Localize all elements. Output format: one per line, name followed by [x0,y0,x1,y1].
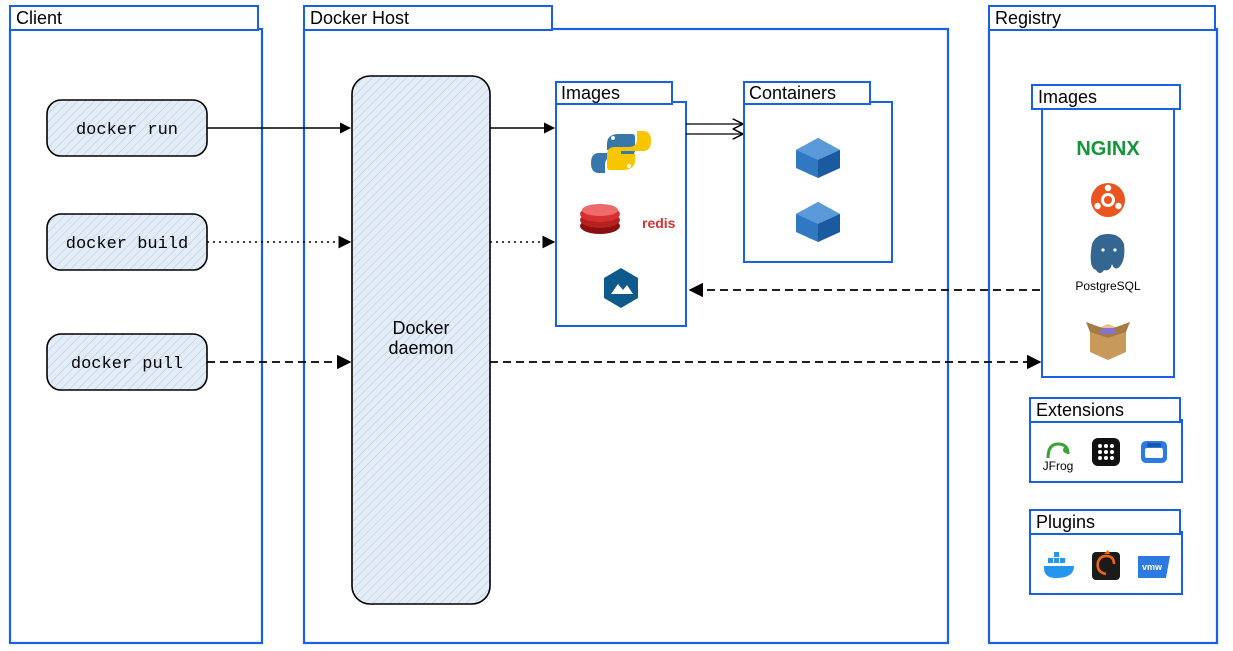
svg-text:Images: Images [561,83,620,103]
registry-title: Registry [995,8,1061,28]
svg-text:PostgreSQL: PostgreSQL [1075,279,1141,293]
redis-icon: redis [580,204,676,234]
svg-text:docker run: docker run [76,121,178,140]
container-icon [796,202,840,242]
alpine-icon [604,268,638,308]
svg-text:JFrog: JFrog [1043,459,1074,473]
svg-text:redis: redis [642,215,676,231]
svg-text:docker build: docker build [66,235,188,254]
svg-text:Images: Images [1038,87,1097,107]
host-containers-box: Containers [744,82,892,262]
svg-text:daemon: daemon [388,338,453,358]
svg-text:Plugins: Plugins [1036,512,1095,532]
nginx-icon: NGINX [1076,138,1140,160]
svg-text:Containers: Containers [749,83,836,103]
arrow-images-to-containers [686,124,742,134]
python-icon [591,131,651,173]
grafana-icon [1092,550,1120,580]
app-grid-icon [1092,438,1120,466]
registry-images-box: Images NGINX PostgreSQL [1032,85,1180,377]
registry-plugins-box: Plugins vmw [1030,510,1182,594]
registry-panel: Registry Images NGINX PostgreSQL [989,6,1217,643]
svg-text:Extensions: Extensions [1036,400,1124,420]
container-icon [796,138,840,178]
registry-extensions-box: Extensions JFrog [1030,398,1182,482]
client-cmd-run: docker run [47,100,207,156]
svg-text:Docker: Docker [392,318,449,338]
jfrog-icon: JFrog [1043,444,1074,473]
svg-text:vmw: vmw [1142,562,1163,572]
docker-host-panel: Docker Host Docker daemon Images [304,6,948,643]
client-panel: Client docker run docker build docker pu… [10,6,262,643]
client-cmd-build: docker build [47,214,207,270]
client-title: Client [16,8,62,28]
calendar-icon [1141,441,1167,463]
ubuntu-icon [1091,183,1125,217]
vmware-icon: vmw [1138,556,1170,578]
client-cmd-pull: docker pull [47,334,207,390]
postgresql-icon: PostgreSQL [1075,234,1141,293]
docker-daemon-box: Docker daemon [352,76,490,604]
svg-text:docker pull: docker pull [71,355,183,374]
docker-icon [1044,552,1074,578]
host-images-box: Images redis [556,82,686,326]
package-icon [1086,322,1130,360]
docker-host-title: Docker Host [310,8,409,28]
